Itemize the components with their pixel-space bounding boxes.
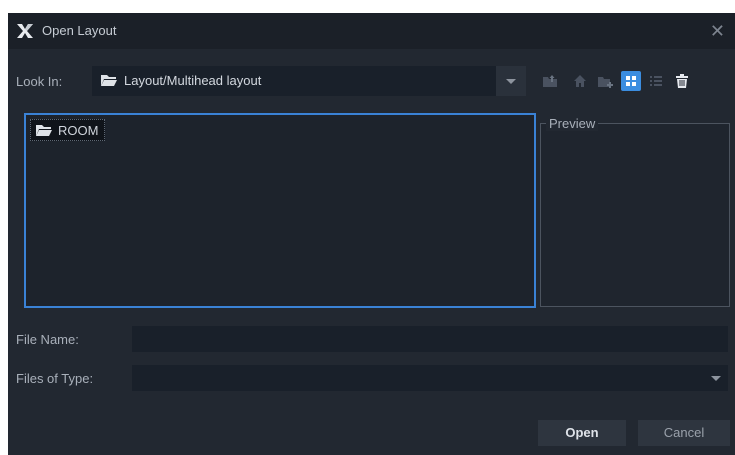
up-folder-icon [543, 75, 557, 87]
file-list[interactable]: ROOM [24, 113, 536, 308]
cancel-button[interactable]: Cancel [638, 420, 730, 446]
look-in-dropdown[interactable]: Layout/Multihead layout [92, 66, 526, 96]
app-logo-icon [17, 24, 33, 38]
preview-title: Preview [546, 116, 599, 131]
dialog-title: Open Layout [42, 23, 117, 38]
file-name-label: File Name: [16, 332, 79, 347]
open-button[interactable]: Open [538, 420, 626, 446]
folder-open-icon [101, 75, 117, 86]
file-type-dropdown[interactable] [132, 365, 728, 391]
chevron-down-icon [711, 376, 721, 381]
grid-view-button[interactable] [621, 71, 641, 91]
title-bar[interactable]: Open Layout ✕ [8, 13, 735, 49]
grid-view-icon [626, 76, 636, 86]
file-type-dropdown-button[interactable] [702, 365, 728, 391]
close-icon[interactable]: ✕ [710, 22, 725, 40]
look-in-label: Look In: [16, 74, 63, 89]
open-layout-dialog: Open Layout ✕ Look In: Layout/Multihead … [8, 13, 735, 455]
look-in-dropdown-button[interactable] [496, 66, 526, 96]
folder-item-room[interactable]: ROOM [30, 119, 106, 141]
delete-button[interactable] [672, 71, 692, 91]
trash-icon [676, 74, 688, 88]
home-button[interactable] [570, 71, 590, 91]
file-name-input[interactable] [132, 326, 728, 352]
list-view-icon [650, 76, 662, 86]
chevron-down-icon [506, 79, 516, 84]
list-view-button[interactable] [646, 71, 666, 91]
new-folder-icon [598, 77, 613, 88]
look-in-value: Layout/Multihead layout [124, 73, 262, 88]
up-folder-button[interactable] [540, 71, 560, 91]
folder-icon [36, 124, 52, 136]
new-folder-button[interactable] [595, 71, 615, 91]
home-icon [574, 75, 586, 87]
file-type-label: Files of Type: [16, 371, 94, 386]
preview-panel [540, 123, 730, 307]
folder-item-label: ROOM [58, 122, 99, 138]
